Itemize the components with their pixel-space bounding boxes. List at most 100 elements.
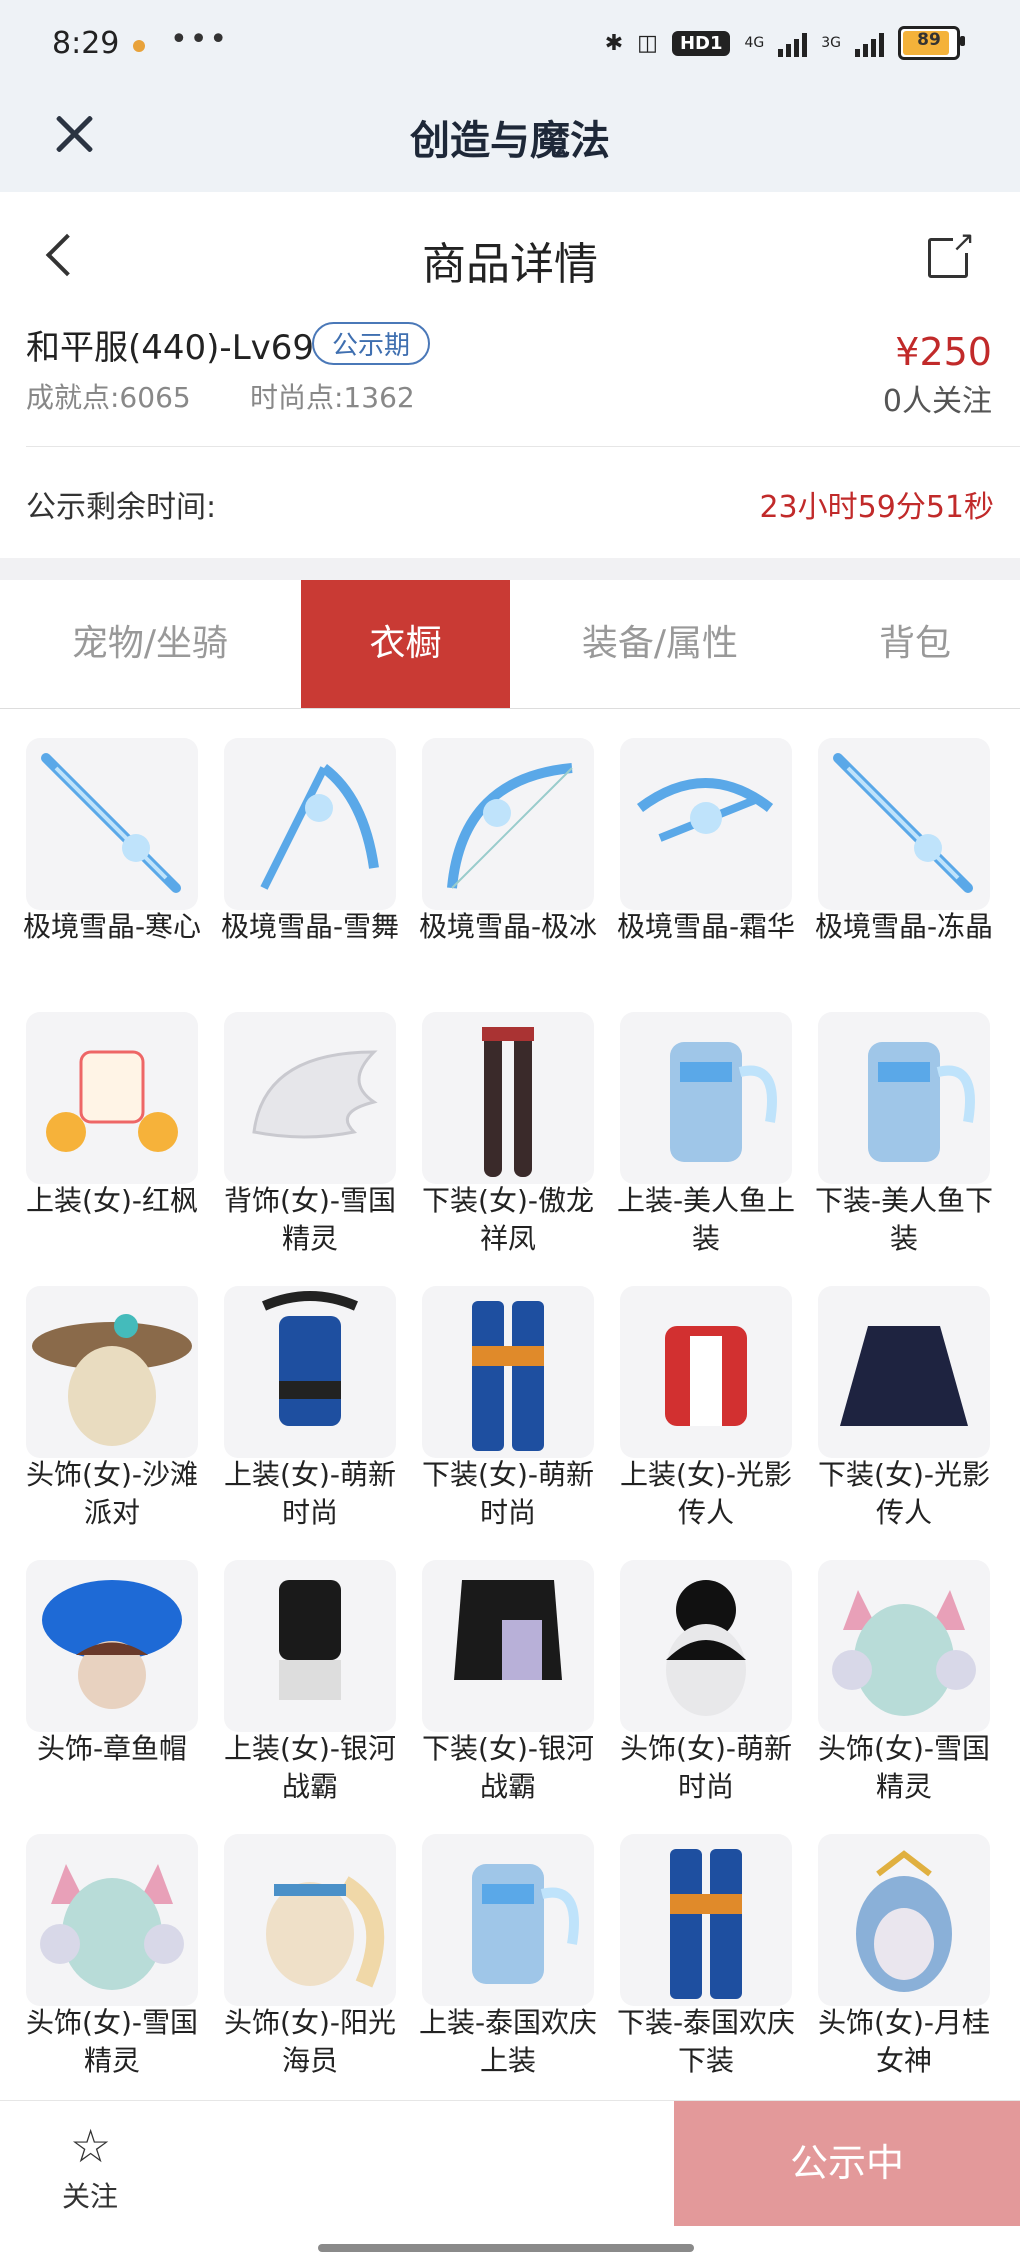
wardrobe-item-label: 上装(女)-萌新时尚 — [224, 1458, 396, 1529]
wardrobe-item-label: 上装-美人鱼上装 — [616, 1184, 796, 1255]
wardrobe-item[interactable]: 上装(女)-萌新时尚 — [224, 1286, 396, 1544]
product-info: 和平服(440)-Lv69 公示期 ¥250 成就点:6065 时尚点:1362… — [0, 320, 1020, 448]
wardrobe-item[interactable]: 头饰(女)-月桂女神 — [818, 1834, 990, 2092]
wardrobe-item[interactable]: 极境雪晶-极冰 — [419, 738, 597, 996]
tab-pets-mounts[interactable]: 宠物/坐骑 — [0, 580, 300, 708]
remaining-time-row: 公示剩余时间: 23小时59分51秒 — [0, 448, 1020, 558]
wardrobe-item[interactable]: 头饰(女)-萌新时尚 — [620, 1560, 792, 1818]
wardrobe-item-label: 上装(女)-银河战霸 — [224, 1732, 396, 1803]
wardrobe-item-label: 下装(女)-光影传人 — [818, 1458, 990, 1529]
wardrobe-item[interactable]: 下装(女)-萌新时尚 — [422, 1286, 594, 1544]
mermaid-bottom-icon — [818, 1012, 990, 1184]
thai-pants-icon — [620, 1834, 792, 2006]
star-icon[interactable]: ☆ — [70, 2119, 111, 2173]
wardrobe-item-label: 上装-泰国欢庆上装 — [418, 2006, 598, 2077]
remaining-time-value: 23小时59分51秒 — [759, 490, 994, 525]
wardrobe-item-label: 下装(女)-傲龙祥凤 — [422, 1184, 594, 1255]
crop-top-icon — [224, 1560, 396, 1732]
ice-scythe-icon — [224, 738, 396, 910]
section-gap — [0, 558, 1020, 580]
notification-dot-icon — [133, 40, 145, 52]
wardrobe-item[interactable]: 下装(女)-光影传人 — [818, 1286, 990, 1544]
product-name: 和平服(440)-Lv69 — [26, 328, 315, 368]
wardrobe-item-label: 上装(女)-红枫 — [26, 1184, 198, 1217]
vibrate-icon: ◫ — [637, 30, 658, 56]
wardrobe-item-label: 头饰(女)-月桂女神 — [818, 2006, 990, 2077]
wardrobe-item-label: 头饰(女)-雪国精灵 — [818, 1732, 990, 1803]
remaining-time-label: 公示剩余时间: — [26, 490, 217, 525]
wardrobe-item[interactable]: 下装-泰国欢庆下装 — [617, 1834, 795, 2092]
cat-ear-headphones-icon — [26, 1834, 198, 2006]
wardrobe-item[interactable]: 头饰-章鱼帽 — [26, 1560, 198, 1818]
sunhat-icon — [26, 1286, 198, 1458]
wardrobe-item-label: 背饰(女)-雪国精灵 — [224, 1184, 396, 1255]
goddess-hair-icon — [818, 1834, 990, 2006]
wardrobe-item[interactable]: 头饰(女)-雪国精灵 — [26, 1834, 198, 2092]
follower-count: 0人关注 — [882, 384, 992, 419]
wardrobe-item[interactable]: 下装-美人鱼下装 — [815, 1012, 993, 1270]
ice-sword-icon — [26, 738, 198, 910]
wardrobe-item-label: 极境雪晶-冻晶 — [814, 910, 994, 943]
app-title: 创造与魔法 — [410, 118, 610, 164]
ice-spear-icon — [818, 738, 990, 910]
wardrobe-item[interactable]: 上装(女)-银河战霸 — [224, 1560, 396, 1818]
app-bar: 创造与魔法 — [0, 92, 1020, 192]
corset-top-icon — [224, 1286, 396, 1458]
wardrobe-item[interactable]: 上装-美人鱼上装 — [617, 1012, 795, 1270]
wardrobe-item-label: 头饰-章鱼帽 — [36, 1732, 188, 1765]
product-price: ¥250 — [895, 330, 992, 374]
mermaid-top-icon — [620, 1012, 792, 1184]
wardrobe-item[interactable]: 头饰(女)-雪国精灵 — [818, 1560, 990, 1818]
wardrobe-item[interactable]: 极境雪晶-雪舞 — [221, 738, 399, 996]
wings-icon — [224, 1012, 396, 1184]
status-icons: ✱ ◫ HD1 4G 3G 89 — [605, 26, 965, 60]
tab-backpack[interactable]: 背包 — [810, 580, 1020, 708]
tab-wardrobe[interactable]: 衣橱 — [301, 580, 510, 708]
wardrobe-item-label: 上装(女)-光影传人 — [620, 1458, 792, 1529]
wardrobe-item[interactable]: 背饰(女)-雪国精灵 — [224, 1012, 396, 1270]
wardrobe-item-label: 下装-泰国欢庆下装 — [616, 2006, 796, 2077]
wardrobe-item[interactable]: 极境雪晶-寒心 — [23, 738, 201, 996]
divider — [26, 446, 1020, 447]
bottom-bar: ☆ 关注 公示中 — [0, 2100, 1020, 2226]
public-display-button[interactable]: 公示中 — [674, 2101, 1020, 2226]
page-title: 商品详情 — [422, 239, 598, 290]
wardrobe-item-label: 下装(女)-银河战霸 — [422, 1732, 594, 1803]
ice-bow-icon — [422, 738, 594, 910]
cat-ear-headphones-icon — [818, 1560, 990, 1732]
fashion-points: 时尚点:1362 — [250, 381, 415, 414]
status-badge: 公示期 — [312, 322, 431, 365]
follow-button-label[interactable]: 关注 — [62, 2175, 118, 2215]
status-time: 8:29 — [52, 26, 120, 61]
octopus-hat-icon — [26, 1560, 198, 1732]
shorts-icon — [422, 1560, 594, 1732]
wardrobe-item[interactable]: 下装(女)-傲龙祥凤 — [422, 1012, 594, 1270]
net-3g-label: 3G — [821, 35, 841, 51]
tab-equipment[interactable]: 装备/属性 — [510, 580, 810, 708]
wardrobe-item-label: 头饰(女)-萌新时尚 — [620, 1732, 792, 1803]
achievement-points: 成就点:6065 — [26, 381, 191, 414]
wardrobe-item-label: 极境雪晶-寒心 — [22, 910, 202, 943]
wardrobe-item[interactable]: 极境雪晶-冻晶 — [815, 738, 993, 996]
wardrobe-item[interactable]: 下装(女)-银河战霸 — [422, 1560, 594, 1818]
wardrobe-item[interactable]: 头饰(女)-阳光海员 — [224, 1834, 396, 2092]
wardrobe-item-label: 极境雪晶-极冰 — [418, 910, 598, 943]
wardrobe-item[interactable]: 上装(女)-红枫 — [26, 1012, 198, 1270]
wardrobe-item[interactable]: 头饰(女)-沙滩派对 — [26, 1286, 198, 1544]
ice-crossbow-icon — [620, 738, 792, 910]
top-outfit-icon — [26, 1012, 198, 1184]
wardrobe-item[interactable]: 上装-泰国欢庆上装 — [419, 1834, 597, 2092]
ponytail-icon — [224, 1834, 396, 2006]
wardrobe-item[interactable]: 极境雪晶-霜华 — [617, 738, 795, 996]
signal-icon — [778, 29, 808, 57]
wardrobe-item[interactable]: 上装(女)-光影传人 — [620, 1286, 792, 1544]
net-4g-label: 4G — [744, 35, 765, 51]
share-icon[interactable] — [928, 225, 975, 278]
wardrobe-item-label: 头饰(女)-沙滩派对 — [26, 1458, 198, 1529]
wardrobe-item-label: 下装-美人鱼下装 — [814, 1184, 994, 1255]
wardrobe-item-label: 头饰(女)-雪国精灵 — [26, 2006, 198, 2077]
stockings-icon — [422, 1012, 594, 1184]
skirt-icon — [818, 1286, 990, 1458]
battery-level: 89 — [917, 30, 941, 50]
home-indicator[interactable] — [318, 2244, 694, 2252]
